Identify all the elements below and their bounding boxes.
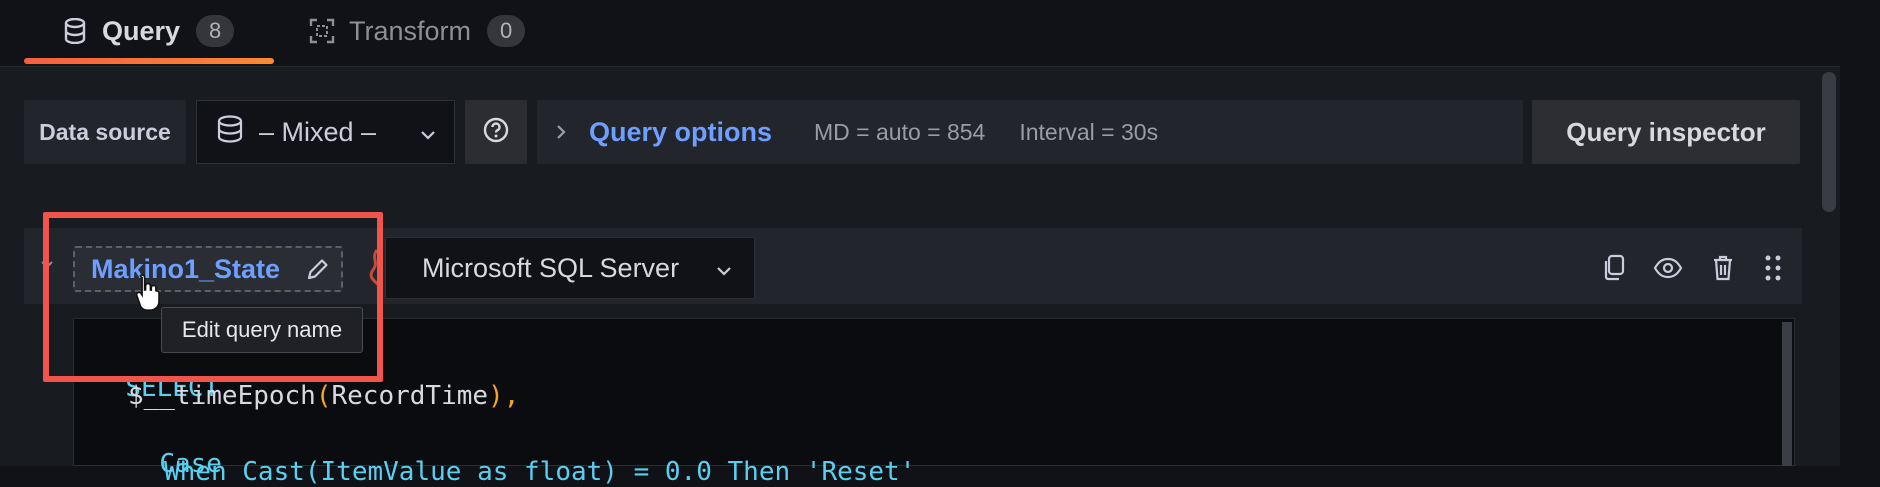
data-source-value: – Mixed –	[259, 116, 377, 147]
trash-icon[interactable]	[1707, 252, 1739, 284]
code-line-4: When Cast(ItemValue as float) = 0.0 Then…	[164, 457, 916, 487]
code-line-2: $__timeEpoch(RecordTime),	[128, 381, 519, 411]
paren-close: ),	[488, 381, 520, 411]
mixed-datasource-icon	[215, 114, 245, 151]
tab-query[interactable]: Query 8	[24, 0, 274, 62]
tab-transform-label: Transform	[349, 15, 472, 46]
chevron-right-icon	[555, 119, 567, 146]
tab-transform-count: 0	[487, 15, 526, 47]
macro-function: $__timeEpoch	[128, 381, 316, 411]
query-datasource-select[interactable]: Microsoft SQL Server	[385, 237, 755, 299]
query-options-bar[interactable]: Query options MD = auto = 854 Interval =…	[537, 100, 1523, 164]
interval-text: Interval = 30s	[1019, 118, 1159, 145]
query-inspector-button[interactable]: Query inspector	[1532, 100, 1800, 164]
tab-query-label: Query	[102, 15, 181, 46]
max-data-points-text: MD = auto = 854	[814, 118, 986, 145]
help-button[interactable]	[465, 100, 527, 164]
chevron-down-icon	[716, 253, 732, 284]
tab-transform[interactable]: Transform 0	[305, 0, 565, 62]
data-source-label: Data source	[24, 100, 186, 164]
transform-icon	[307, 16, 337, 46]
editor-tabs: Query 8 Transform 0	[0, 0, 1840, 67]
paren-open: (	[315, 381, 332, 411]
panel-scrollbar[interactable]	[1822, 72, 1836, 212]
data-source-select[interactable]: – Mixed –	[196, 100, 455, 164]
editor-scrollbar[interactable]	[1782, 322, 1792, 466]
tab-query-count: 8	[196, 15, 235, 47]
chevron-down-icon	[420, 117, 436, 148]
eye-icon[interactable]	[1652, 252, 1684, 284]
query-options-link[interactable]: Query options	[589, 117, 772, 148]
annotation-highlight-box	[43, 212, 383, 382]
query-datasource-name: Microsoft SQL Server	[422, 252, 680, 283]
column-name: RecordTime	[331, 381, 489, 411]
question-icon	[482, 116, 510, 149]
duplicate-query-icon[interactable]	[1598, 252, 1630, 284]
database-icon	[60, 16, 90, 46]
active-tab-underline	[24, 58, 274, 64]
drag-handle-icon[interactable]	[1757, 252, 1789, 284]
